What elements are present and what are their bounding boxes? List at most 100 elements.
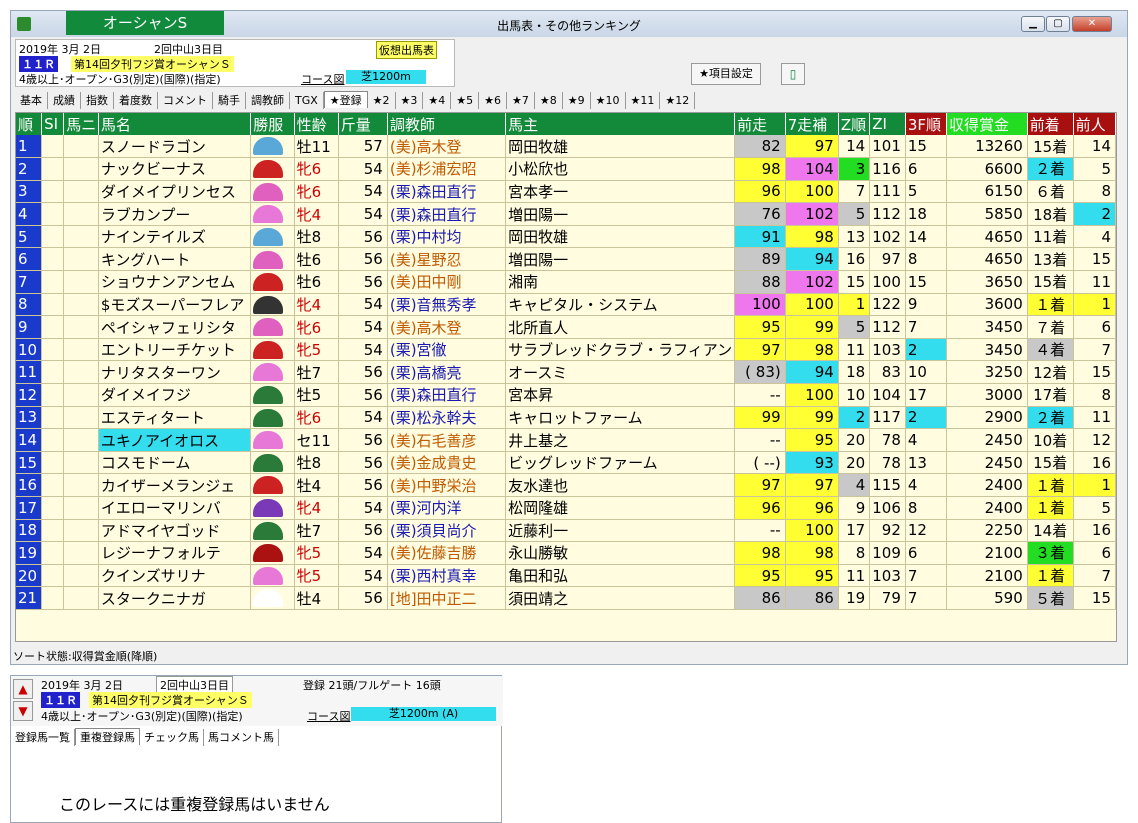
column-header[interactable]: 前着 — [1027, 113, 1074, 135]
table-row[interactable]: 12 ダイメイフジ 牡5 56 (栗)森田直行 宮本昇 -- 100 10 104 17 3000 17… — [16, 383, 1116, 407]
cell-z: 17 — [838, 519, 871, 543]
tab-4[interactable]: コメント — [158, 92, 213, 109]
tab-8[interactable]: ★登録 — [323, 91, 368, 108]
sub-tabs: 登録馬一覧 重複登録馬 チェック馬 馬コメント馬 — [11, 728, 503, 746]
table-row[interactable]: 5 ナインテイルズ 牡8 56 (栗)中村均 岡田牧雄 91 98 13 102 14 4650 11着… — [16, 225, 1116, 249]
cell-zi: 100 — [869, 270, 906, 294]
tab-19[interactable]: ★12 — [660, 92, 696, 109]
column-header[interactable]: 斤量 — [338, 113, 388, 135]
table-row[interactable]: 4 ラブカンプー 牝4 54 (栗)森田直行 増田陽一 76 102 5 112 18 5850 18着… — [16, 202, 1116, 226]
table-row[interactable]: 9 ペイシャフェリシタ 牝6 54 (美)高木登 北所直人 95 99 5 112 7 3450 ７着 6 — [16, 315, 1116, 339]
cell-pop: 1 — [1073, 293, 1116, 317]
cell-owner: 永山勝敏 — [505, 541, 736, 565]
tab-15[interactable]: ★8 — [535, 92, 563, 109]
item-settings-button[interactable]: ★項目設定 — [691, 63, 761, 85]
tab-17[interactable]: ★10 — [591, 92, 626, 109]
sub-tab-0[interactable]: 登録馬一覧 — [11, 729, 75, 746]
cell-zi: 122 — [869, 293, 906, 317]
tab-9[interactable]: ★2 — [368, 92, 396, 109]
table-row[interactable]: 13 エスティタート 牝6 54 (栗)松永幹夫 キャロットファーム 99 99 2 117 2 29… — [16, 406, 1116, 430]
course-map-link[interactable]: コース図 — [301, 71, 344, 87]
column-header[interactable]: 前走 — [734, 113, 786, 135]
close-button[interactable]: ✕ — [1072, 16, 1112, 32]
cell-zi: 109 — [869, 541, 906, 565]
column-header[interactable]: 7走補 — [785, 113, 839, 135]
cell-empty — [41, 157, 65, 181]
sub-tab-3[interactable]: 馬コメント馬 — [204, 729, 279, 746]
table-row[interactable]: 2 ナックビーナス 牝6 54 (美)杉浦宏昭 小松欣也 98 104 3 116 6 6600 ２着 5 — [16, 157, 1116, 181]
table-row[interactable]: 16 カイザーメランジェ 牡4 56 (美)中野栄治 友水達也 97 97 4 115 4 2400 １… — [16, 473, 1116, 497]
column-header[interactable]: 調教師 — [387, 113, 507, 135]
maximize-button[interactable]: ▢ — [1046, 16, 1070, 32]
table-row[interactable]: 1 スノードラゴン 牡11 57 (美)高木登 岡田牧雄 82 97 14 101 15 13260 1… — [16, 135, 1116, 159]
cell-pop: 15 — [1073, 247, 1116, 272]
table-row[interactable]: 15 コスモドーム 牡8 56 (美)金成貴史 ビッグレッドファーム( --) 93 20 78… — [16, 451, 1116, 475]
column-header[interactable]: 収得賞金 — [946, 113, 1028, 135]
cell-z: 14 — [838, 135, 871, 159]
column-header[interactable]: 馬名 — [98, 113, 252, 135]
tab-5[interactable]: 騎手 — [213, 92, 246, 109]
column-header[interactable]: 性齢 — [294, 113, 339, 135]
tab-14[interactable]: ★7 — [507, 92, 535, 109]
cell-owner: 北所直人 — [505, 315, 736, 339]
tab-1[interactable]: 成績 — [48, 92, 81, 109]
column-header[interactable]: 勝服 — [250, 113, 295, 135]
column-header[interactable]: Z順 — [838, 113, 871, 135]
cell-kin: 54 — [338, 202, 388, 226]
prev-race-button[interactable]: ▲ — [13, 679, 33, 699]
table-row[interactable]: 17 イエローマリンバ 牝4 54 (栗)河内洋 松岡隆雄 96 96 9 106 8 2400 １着 5 — [16, 496, 1116, 520]
cell-empty — [63, 406, 99, 430]
cell-no: 4 — [16, 202, 43, 226]
tab-10[interactable]: ★3 — [396, 92, 424, 109]
entry-table[interactable]: 順 SI 馬ニ 馬名 勝服 性齢 斤量 調教師 馬主 前走 7走補 Z順 ZI 3F順 収得賞金 前着 前人 1… — [15, 112, 1117, 642]
tab-2[interactable]: 指数 — [81, 92, 114, 109]
table-row[interactable]: 7 ショウナンアンセム 牡6 56 (美)田中剛 湘南 88 102 15 100 15 3650 15… — [16, 270, 1116, 294]
tab-0[interactable]: 基本 — [15, 92, 48, 109]
cell-trainer: (栗)森田直行 — [387, 383, 507, 407]
minimize-button[interactable]: ▁ — [1021, 16, 1045, 32]
sub-tab-1[interactable]: 重複登録馬 — [75, 728, 140, 745]
tab-11[interactable]: ★4 — [423, 92, 452, 109]
cell-no: 11 — [16, 360, 43, 385]
cell-sex: 牡8 — [294, 225, 339, 249]
column-header[interactable]: 馬ニ — [63, 113, 99, 135]
sub-course-map-link[interactable]: コース図 — [307, 708, 350, 724]
tab-18[interactable]: ★11 — [626, 92, 661, 109]
cell-trainer: (栗)松永幹夫 — [387, 406, 507, 430]
tab-7[interactable]: TGX — [290, 92, 324, 109]
table-row[interactable]: 20 クインズサリナ 牝5 54 (栗)西村真幸 亀田和弘 95 95 11 103 7 2100 １着… — [16, 564, 1116, 588]
table-row[interactable]: 6 キングハート 牡6 56 (美)星野忍 増田陽一 89 94 16 97 8 4650 13着 15 — [16, 247, 1116, 272]
column-header[interactable]: 前人 — [1073, 113, 1116, 135]
column-header[interactable]: 3F順 — [905, 113, 947, 135]
cell-place: 11着 — [1027, 225, 1074, 249]
sub-tab-2[interactable]: チェック馬 — [140, 729, 204, 746]
cell-sex: 牡5 — [294, 383, 339, 407]
tab-16[interactable]: ★9 — [563, 92, 591, 109]
title-bar[interactable]: オーシャンS 出馬表・その他ランキング ▁ ▢ ✕ — [11, 11, 1127, 37]
cell-owner: キャピタル・システム — [505, 293, 736, 317]
column-header[interactable]: 順 — [16, 113, 43, 135]
table-row[interactable]: 11 ナリタスターワン 牡7 56 (栗)高橋亮 オースミ( 83) 94 18 83 10 325… — [16, 360, 1116, 385]
cell-kin: 56 — [338, 586, 388, 610]
tab-6[interactable]: 調教師 — [246, 92, 290, 109]
column-header[interactable]: ZI — [869, 113, 906, 135]
tab-3[interactable]: 着度数 — [114, 92, 158, 109]
cell-trainer: (栗)高橋亮 — [387, 360, 507, 385]
table-row[interactable]: 10 エントリーチケット 牝5 54 (栗)宮徹 サラブレッドクラブ・ラフィアン 97 98 1… — [16, 338, 1116, 362]
jockey-silk-icon — [253, 521, 284, 540]
table-row[interactable]: 21 スタークニナガ 牡4 56 [地]田中正二 須田靖之 86 86 19 79 7 590 ５着 15 — [16, 586, 1116, 610]
column-header[interactable]: 馬主 — [505, 113, 736, 135]
cell-prize: 2100 — [946, 564, 1028, 588]
jockey-silk-icon — [253, 431, 284, 450]
tab-12[interactable]: ★5 — [451, 92, 480, 109]
column-header[interactable]: SI — [41, 113, 65, 135]
table-row[interactable]: 19 レジーナフォルテ 牝5 54 (美)佐藤吉勝 永山勝敏 98 98 8 109 6 2100 ３着… — [16, 541, 1116, 565]
tab-13[interactable]: ★6 — [479, 92, 508, 109]
table-row[interactable]: 3 ダイメイプリンセス 牝6 54 (栗)森田直行 宮本孝一 96 100 7 111 5 6150 ６… — [16, 180, 1116, 204]
table-row[interactable]: 8 $モズスーパーフレア 牝4 54 (栗)音無秀孝 キャピタル・システム 100 100 1 1… — [16, 293, 1116, 317]
table-row[interactable]: 18 アドマイヤゴッド 牡7 56 (栗)須貝尚介 近藤利一 -- 100 17 92 12 2250… — [16, 519, 1116, 543]
next-race-button[interactable]: ▼ — [13, 701, 33, 721]
cell-prize: 2450 — [946, 428, 1028, 452]
table-row[interactable]: 14 ユキノアイオロス セ11 56 (美)石毛善彦 井上基之 -- 95 20 78 4 2450 1… — [16, 428, 1116, 452]
horse-icon-button[interactable]: ▯ — [781, 63, 805, 85]
